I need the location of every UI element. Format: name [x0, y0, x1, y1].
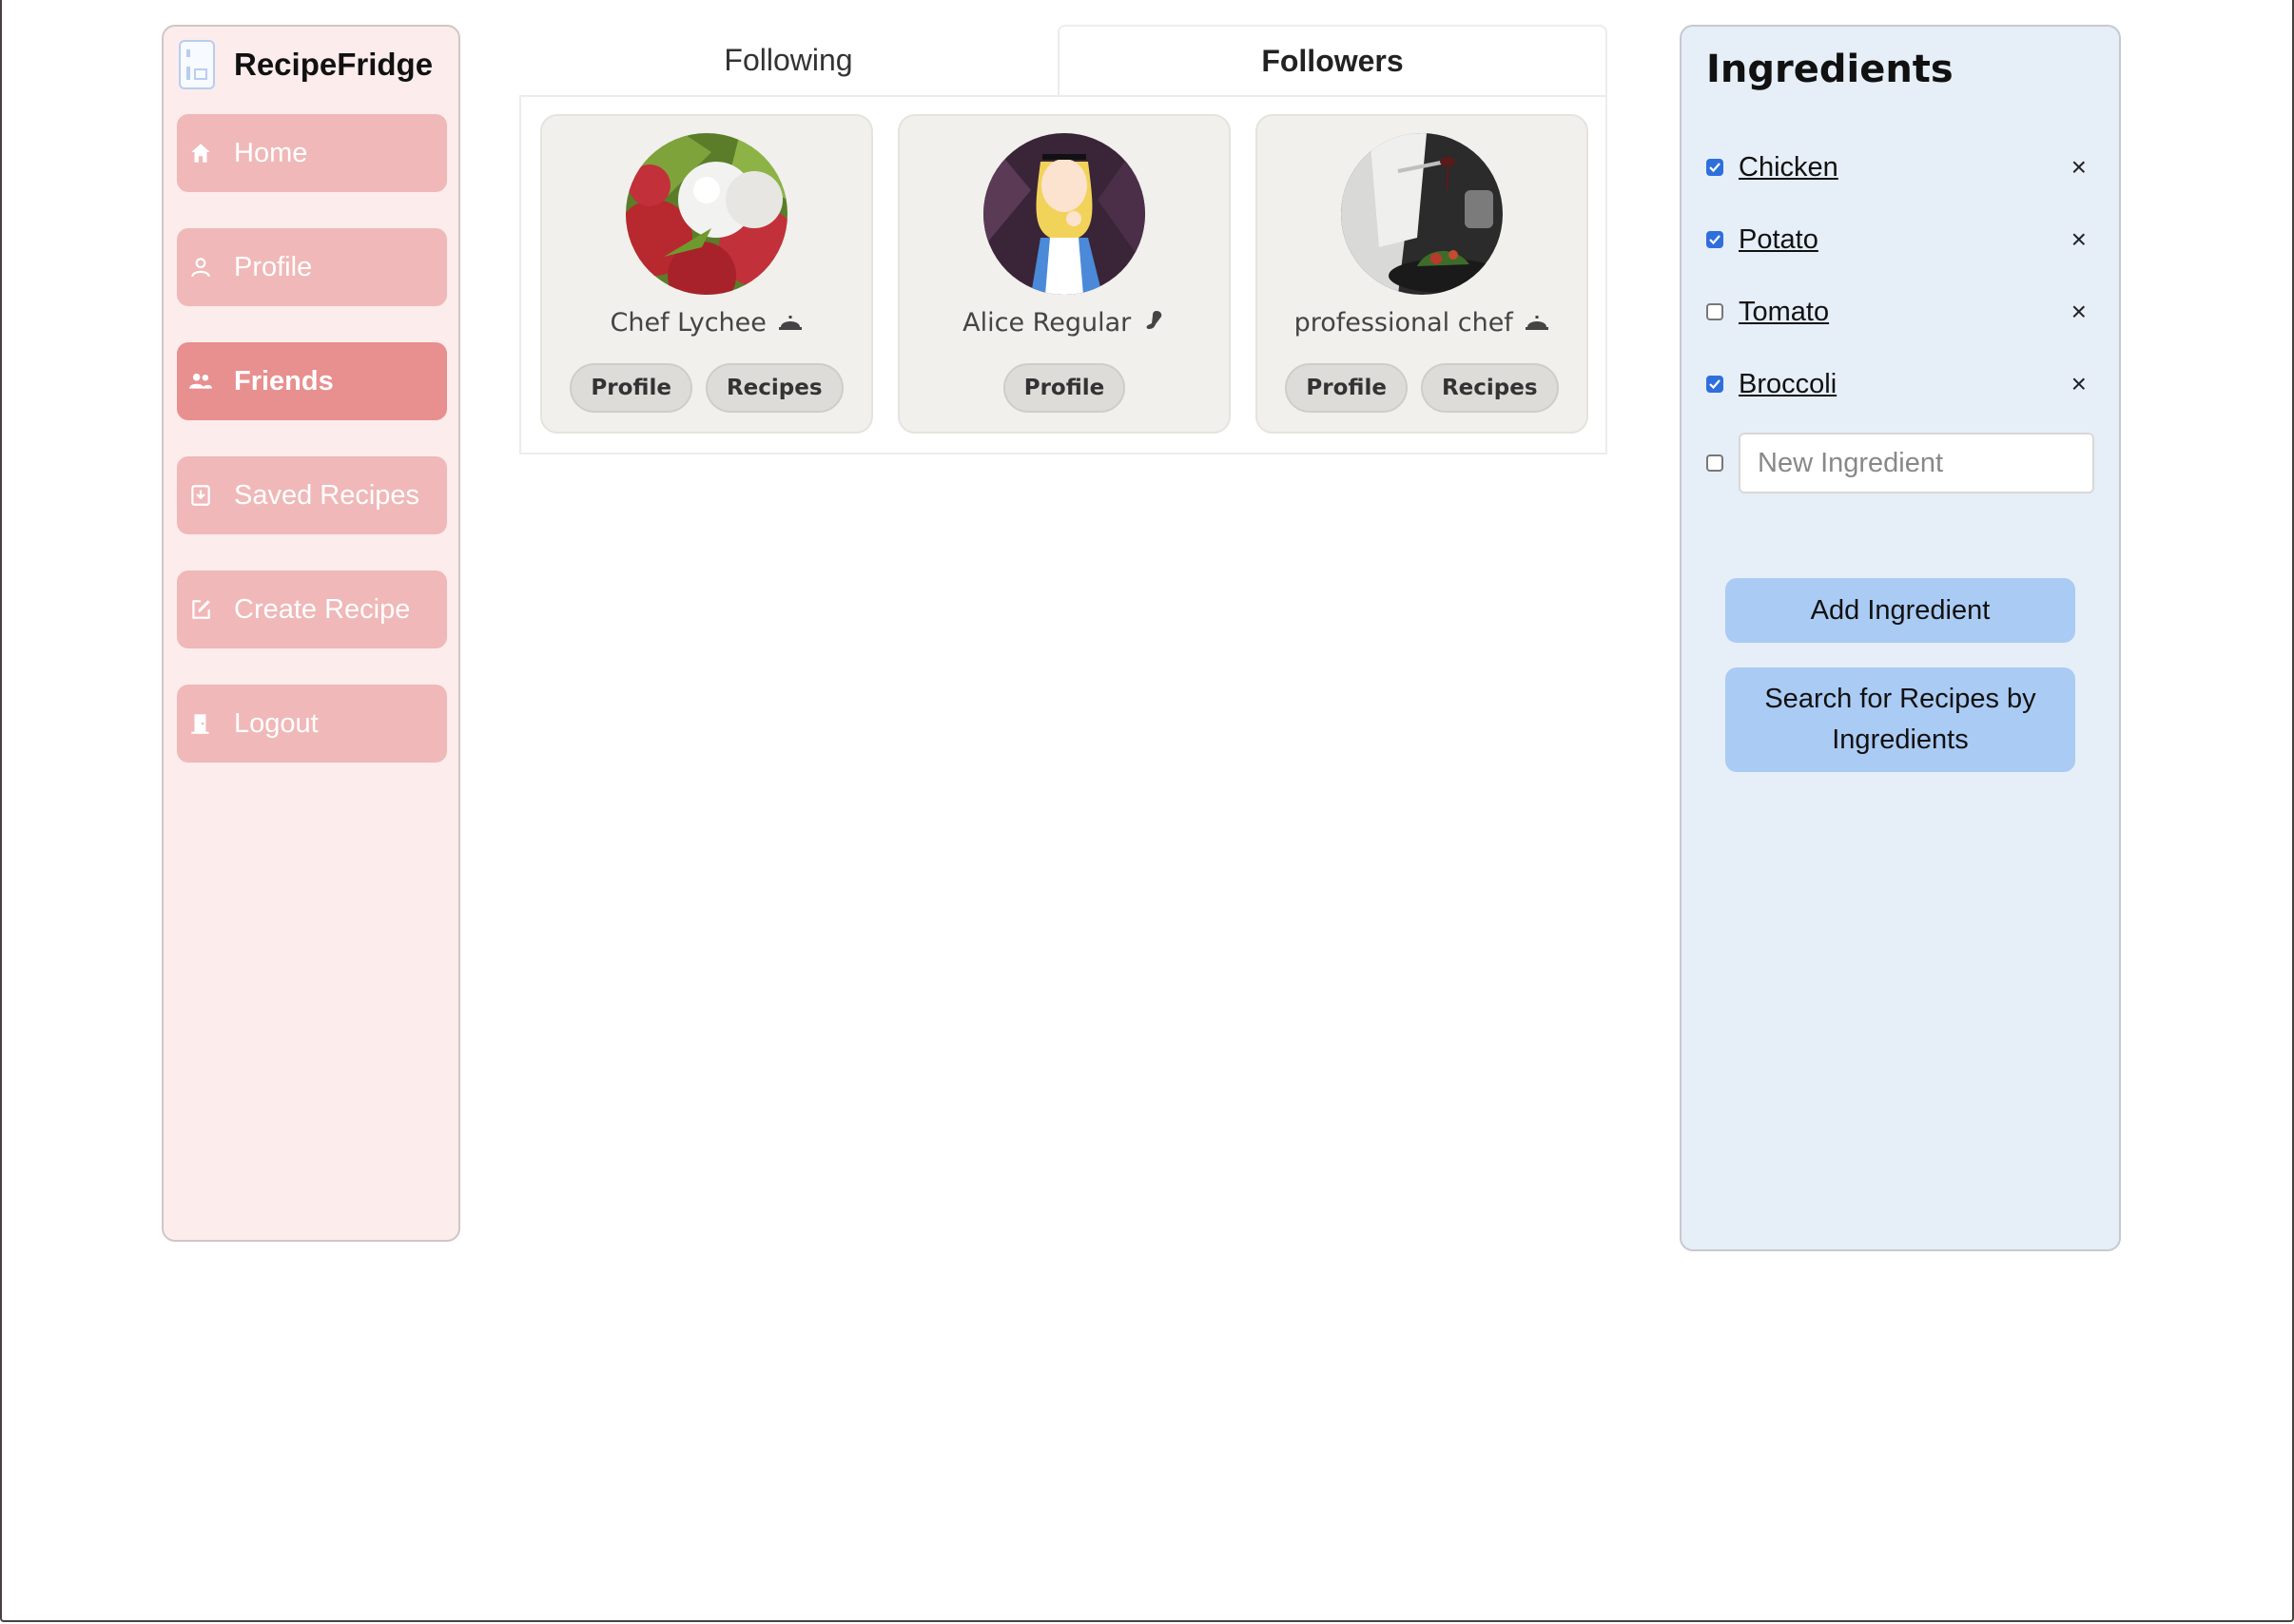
- add-ingredient-button[interactable]: Add Ingredient: [1725, 578, 2075, 643]
- tab-following[interactable]: Following: [519, 25, 1058, 95]
- sidebar-item-label: Friends: [234, 365, 334, 396]
- ingredient-checkbox[interactable]: [1706, 231, 1723, 248]
- follower-name: professional chef: [1293, 308, 1513, 338]
- search-recipes-button[interactable]: Search for Recipes by Ingredients: [1725, 667, 2075, 772]
- user-icon: [188, 255, 213, 280]
- ingredient-row: Potato ×: [1706, 219, 2096, 261]
- follower-name: Chef Lychee: [610, 308, 767, 338]
- leg-icon: [1143, 309, 1166, 338]
- brand[interactable]: RecipeFridge: [179, 40, 433, 89]
- avatar: [626, 133, 787, 295]
- ingredient-checkbox[interactable]: [1706, 159, 1723, 176]
- ingredient-name[interactable]: Tomato: [1739, 297, 1829, 328]
- door-icon: [188, 711, 213, 736]
- profile-button[interactable]: Profile: [1002, 363, 1126, 413]
- lychee-photo: [626, 133, 787, 295]
- sidebar-item-profile[interactable]: Profile: [177, 228, 447, 306]
- home-icon: [188, 141, 213, 165]
- ingredient-name[interactable]: Broccoli: [1739, 369, 1837, 400]
- sidebar-item-label: Saved Recipes: [234, 479, 420, 511]
- chef-bell-icon: [778, 309, 803, 338]
- follower-card: professional chef Profile Recipes: [1255, 114, 1588, 434]
- avatar: [983, 133, 1145, 295]
- ingredients-title: Ingredients: [1706, 48, 1954, 91]
- ingredient-row: Broccoli ×: [1706, 363, 2096, 405]
- ingredient-checkbox[interactable]: [1706, 376, 1723, 393]
- new-ingredient-row: [1706, 432, 2096, 494]
- chef-bell-icon: [1525, 309, 1549, 338]
- follower-name: Alice Regular: [962, 308, 1132, 338]
- ingredient-name[interactable]: Chicken: [1739, 152, 1838, 184]
- sidebar-item-home[interactable]: Home: [177, 114, 447, 192]
- ingredient-name[interactable]: Potato: [1739, 224, 1818, 256]
- recipes-button[interactable]: Recipes: [1420, 363, 1559, 413]
- fridge-logo-icon: [179, 40, 215, 89]
- sidebar-item-label: Profile: [234, 251, 313, 282]
- remove-icon[interactable]: ×: [2071, 224, 2087, 255]
- ingredient-row: Chicken ×: [1706, 146, 2096, 188]
- sidebar-item-label: Create Recipe: [234, 593, 411, 625]
- ingredient-row: Tomato ×: [1706, 291, 2096, 333]
- follower-card: Chef Lychee Profile Recipes: [540, 114, 873, 434]
- remove-icon[interactable]: ×: [2071, 152, 2087, 183]
- new-ingredient-checkbox[interactable]: [1706, 454, 1723, 472]
- sidebar-item-label: Logout: [234, 707, 319, 739]
- remove-icon[interactable]: ×: [2071, 297, 2087, 327]
- users-icon: [188, 369, 213, 394]
- sidebar-item-saved-recipes[interactable]: Saved Recipes: [177, 456, 447, 534]
- alice-cartoon: [983, 133, 1145, 295]
- sidebar-item-friends[interactable]: Friends: [177, 342, 447, 420]
- tab-followers[interactable]: Followers: [1058, 25, 1607, 95]
- edit-icon: [188, 597, 213, 622]
- ingredients-panel: Ingredients Chicken × Potato × Tomato × …: [1680, 25, 2121, 1251]
- follower-card: Alice Regular Profile: [898, 114, 1231, 434]
- bookmark-download-icon: [188, 483, 213, 508]
- avatar: [1341, 133, 1503, 295]
- profile-button[interactable]: Profile: [570, 363, 692, 413]
- sidebar-item-label: Home: [234, 137, 308, 168]
- sidebar-item-logout[interactable]: Logout: [177, 685, 447, 763]
- ingredient-checkbox[interactable]: [1706, 303, 1723, 320]
- new-ingredient-input[interactable]: [1739, 433, 2094, 493]
- chef-plating-photo: [1341, 133, 1503, 295]
- recipes-button[interactable]: Recipes: [705, 363, 844, 413]
- sidebar: RecipeFridge Home Profile Friends Saved …: [162, 25, 460, 1242]
- app-name: RecipeFridge: [234, 47, 434, 82]
- profile-button[interactable]: Profile: [1285, 363, 1408, 413]
- remove-icon[interactable]: ×: [2071, 369, 2087, 399]
- sidebar-item-create-recipe[interactable]: Create Recipe: [177, 570, 447, 648]
